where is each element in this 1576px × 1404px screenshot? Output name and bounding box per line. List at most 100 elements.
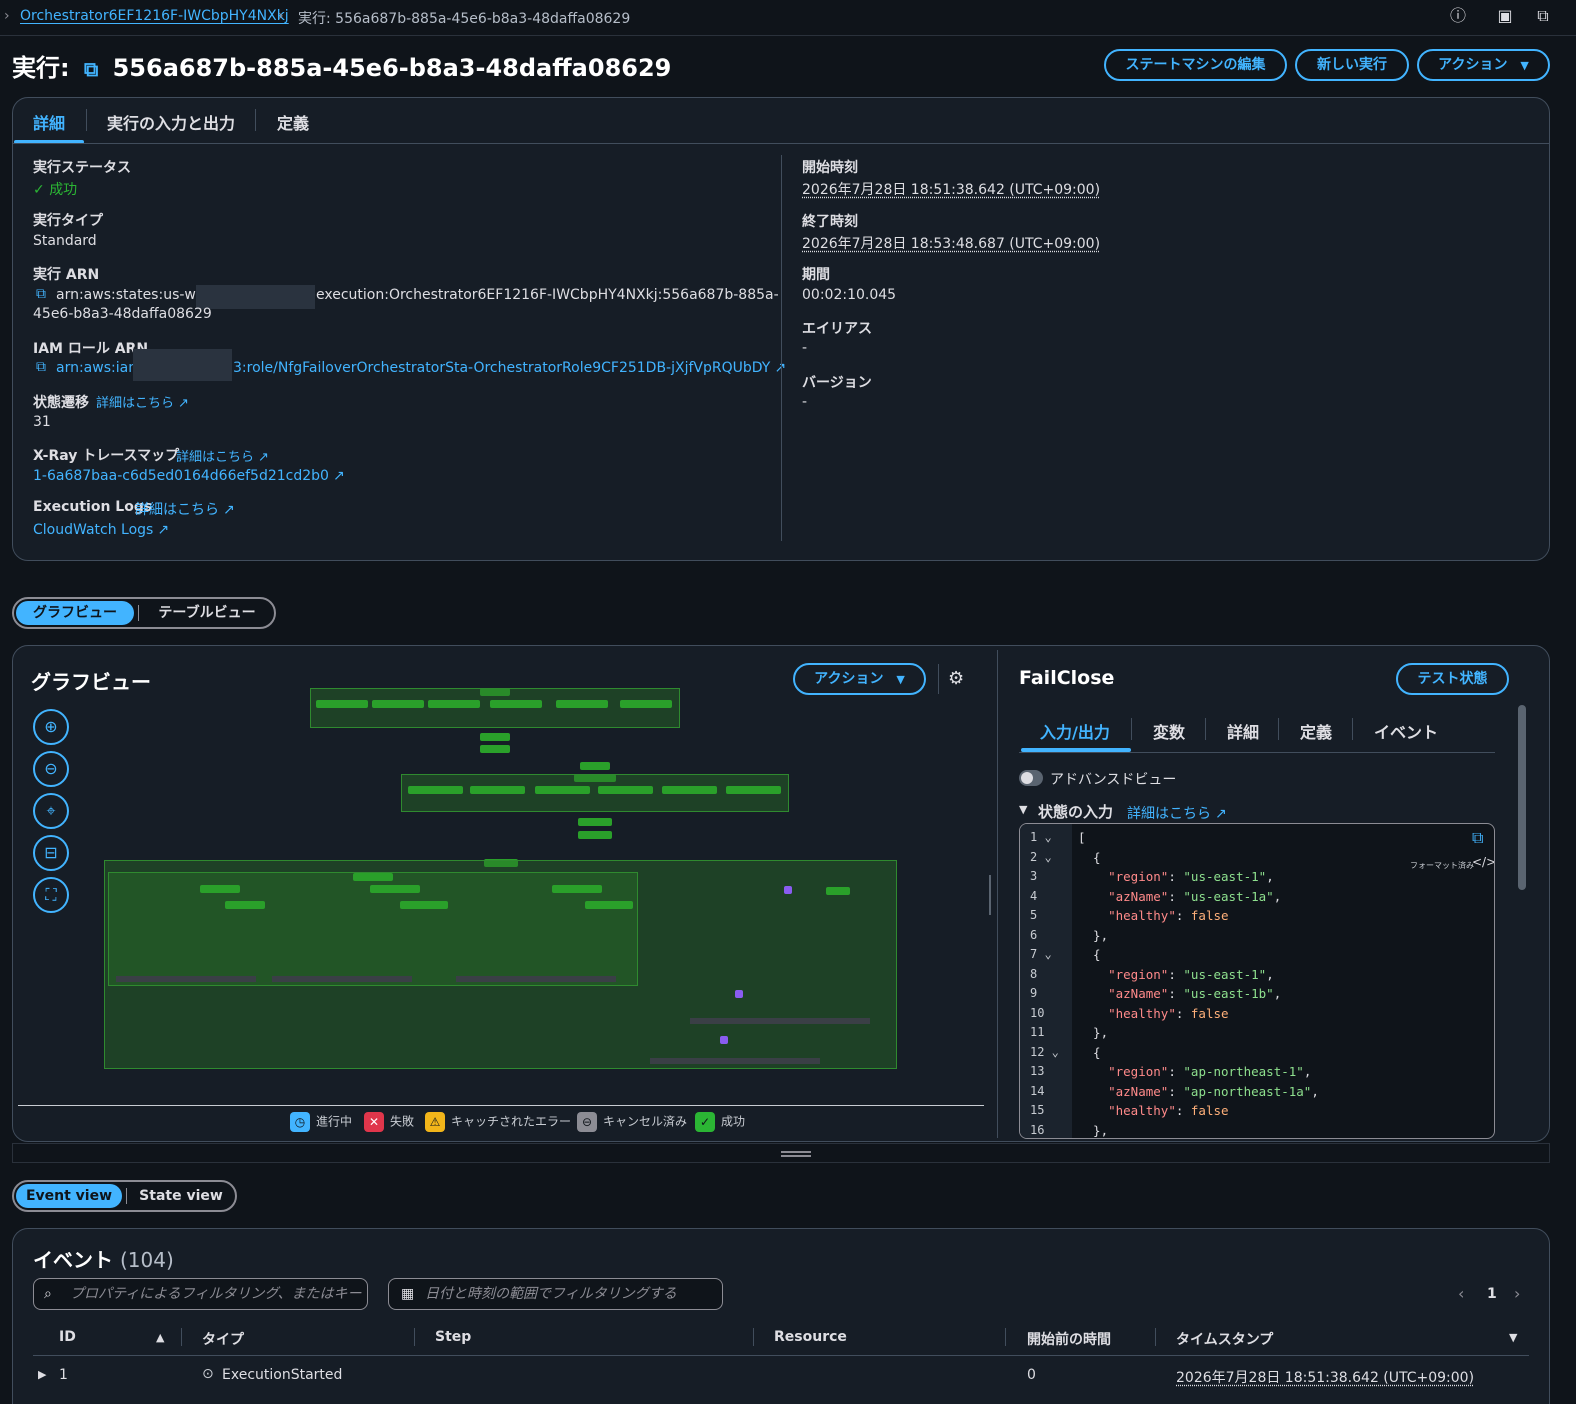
code-line: { xyxy=(1078,947,1101,962)
logs-learn-more[interactable]: 詳細はこちら ↗ xyxy=(135,499,235,519)
fullscreen-icon[interactable]: ⧉ xyxy=(1533,6,1553,26)
state-input-code[interactable]: ⧉ フォーマット済み </> 1 ⌄ [2 ⌄ {3 "region": "us-… xyxy=(1019,823,1495,1139)
graph-node[interactable] xyxy=(620,700,672,708)
graph-node[interactable] xyxy=(400,901,448,909)
graph-node[interactable] xyxy=(225,901,265,909)
tab-divider xyxy=(1352,718,1353,740)
center-icon[interactable]: ⌖ xyxy=(33,793,69,829)
fullscreen-icon[interactable]: ⛶ xyxy=(33,877,69,913)
graph-node[interactable] xyxy=(370,885,420,893)
iam-link-part2[interactable]: 3:role/NfgFailoverOrchestratorSta-Orches… xyxy=(233,360,786,376)
column-elapsed[interactable]: 開始前の時間 xyxy=(1027,1329,1111,1349)
split-handle[interactable] xyxy=(989,875,991,915)
end-time-value: 2026年7月28日 18:53:48.687 (UTC+09:00) xyxy=(802,236,1101,252)
graph-node[interactable] xyxy=(535,786,590,794)
test-state-button[interactable]: テスト状態 xyxy=(1396,663,1509,695)
new-execution-button[interactable]: 新しい実行 xyxy=(1295,49,1409,81)
tab-state-definition[interactable]: 定義 xyxy=(1300,719,1332,743)
column-resource[interactable]: Resource xyxy=(774,1329,847,1345)
type-value: Standard xyxy=(33,233,97,249)
advanced-view-toggle[interactable] xyxy=(1019,770,1043,786)
settings-icon[interactable]: ⚙ xyxy=(948,668,964,689)
caret-down-icon[interactable]: ▼ xyxy=(1509,1331,1517,1344)
graph-actions-label: アクション xyxy=(814,671,884,687)
column-divider xyxy=(781,155,782,541)
edit-state-machine-button[interactable]: ステートマシンの編集 xyxy=(1104,49,1287,81)
page-number[interactable]: 1 xyxy=(1487,1286,1497,1302)
graph-node[interactable] xyxy=(353,873,393,881)
graph-actions-dropdown[interactable]: アクション ▼ xyxy=(793,663,926,695)
column-timestamp[interactable]: タイムスタンプ xyxy=(1176,1329,1273,1349)
prev-page-icon[interactable]: ‹ xyxy=(1458,1284,1464,1303)
tab-state-io[interactable]: 入力/出力 xyxy=(1040,719,1110,743)
tab-input-output[interactable]: 実行の入力と出力 xyxy=(107,110,235,134)
code-format-icon[interactable]: </> xyxy=(1472,855,1494,869)
graph-node[interactable] xyxy=(826,887,850,895)
graph-node[interactable] xyxy=(580,762,610,770)
expand-row-icon[interactable]: ▶ xyxy=(38,1368,46,1381)
graph-node[interactable] xyxy=(556,700,608,708)
graph-node[interactable] xyxy=(598,786,653,794)
resize-handle-icon[interactable] xyxy=(781,1151,811,1153)
event-view-toggle[interactable]: Event view xyxy=(16,1184,122,1208)
xray-learn-more[interactable]: 詳細はこちら ↗ xyxy=(176,446,269,465)
sort-asc-icon[interactable]: ▲ xyxy=(156,1331,164,1344)
split-divider[interactable] xyxy=(997,650,998,1138)
graph-node[interactable] xyxy=(578,831,612,839)
column-step[interactable]: Step xyxy=(435,1329,471,1345)
graph-node[interactable] xyxy=(490,700,542,708)
table-view-toggle[interactable]: テーブルビュー xyxy=(142,601,272,625)
fit-icon[interactable]: ⊟ xyxy=(33,835,69,871)
tab-state-details[interactable]: 詳細 xyxy=(1227,719,1259,743)
caret-down-icon[interactable]: ▼ xyxy=(1019,803,1027,816)
page-title: 実行: ⧉ 556a687b-885a-45e6-b8a3-48daffa086… xyxy=(12,48,671,83)
transitions-learn-more[interactable]: 詳細はこちら ↗ xyxy=(96,392,189,411)
actions-dropdown[interactable]: アクション ▼ xyxy=(1417,49,1550,81)
copy-icon[interactable]: ⧉ xyxy=(36,286,46,302)
date-range-filter[interactable]: ▦ 日付と時刻の範囲でフィルタリングする xyxy=(388,1278,723,1310)
cloudwatch-logs-link[interactable]: CloudWatch Logs ↗ xyxy=(33,522,169,538)
line-number: 2 ⌄ xyxy=(1030,849,1052,864)
tab-state-events[interactable]: イベント xyxy=(1374,719,1438,743)
graph-node[interactable] xyxy=(662,786,717,794)
zoom-in-icon[interactable]: ⊕ xyxy=(33,709,69,745)
copy-icon[interactable]: ⧉ xyxy=(1472,828,1483,848)
state-view-toggle[interactable]: State view xyxy=(128,1184,234,1208)
graph-node[interactable] xyxy=(408,786,463,794)
scrollbar[interactable] xyxy=(1518,705,1526,890)
graph-node[interactable] xyxy=(578,818,612,826)
zoom-out-icon[interactable]: ⊖ xyxy=(33,751,69,787)
arn-label: 実行 ARN xyxy=(33,267,100,283)
graph-node[interactable] xyxy=(480,733,510,741)
state-input-learn-more[interactable]: 詳細はこちら ↗ xyxy=(1127,803,1227,823)
column-id[interactable]: ID xyxy=(59,1329,76,1345)
row-timestamp: 2026年7月28日 18:51:38.642 (UTC+09:00) xyxy=(1176,1370,1475,1386)
graph-node[interactable] xyxy=(372,700,424,708)
legend-label: キャンセル済み xyxy=(603,1114,688,1129)
line-number: 1 ⌄ xyxy=(1030,830,1052,844)
copy-icon[interactable]: ⧉ xyxy=(36,359,46,375)
code-line: "azName": "us-east-1a", xyxy=(1108,888,1282,904)
graph-node[interactable] xyxy=(480,745,510,753)
graph-view-toggle[interactable]: グラフビュー xyxy=(16,601,134,625)
graph-node[interactable] xyxy=(585,901,633,909)
resize-bar[interactable] xyxy=(12,1143,1550,1163)
info-icon[interactable]: ⓘ xyxy=(1448,6,1468,26)
graph-node[interactable] xyxy=(726,786,781,794)
feedback-icon[interactable]: ▣ xyxy=(1495,6,1515,26)
column-type[interactable]: タイプ xyxy=(202,1329,244,1349)
graph-node[interactable] xyxy=(200,885,240,893)
breadcrumb-parent[interactable]: Orchestrator6EF1216F-IWCbpHY4NXkj xyxy=(20,8,289,24)
next-page-icon[interactable]: › xyxy=(1514,1284,1520,1303)
xray-trace-link[interactable]: 1-6a687baa-c6d5ed0164d66ef5d21cd2b0 ↗ xyxy=(33,468,345,484)
graph-node[interactable] xyxy=(470,786,525,794)
graph-node[interactable] xyxy=(428,700,480,708)
copy-icon[interactable]: ⧉ xyxy=(84,57,98,81)
line-number: 4 xyxy=(1030,888,1038,903)
graph-node[interactable] xyxy=(316,700,368,708)
graph-node[interactable] xyxy=(552,885,602,893)
tab-details[interactable]: 詳細 xyxy=(33,110,65,134)
property-filter-input[interactable]: ⌕ プロパティによるフィルタリング、またはキー xyxy=(33,1278,368,1310)
tab-state-variables[interactable]: 変数 xyxy=(1153,719,1185,743)
tab-definition[interactable]: 定義 xyxy=(277,110,309,134)
